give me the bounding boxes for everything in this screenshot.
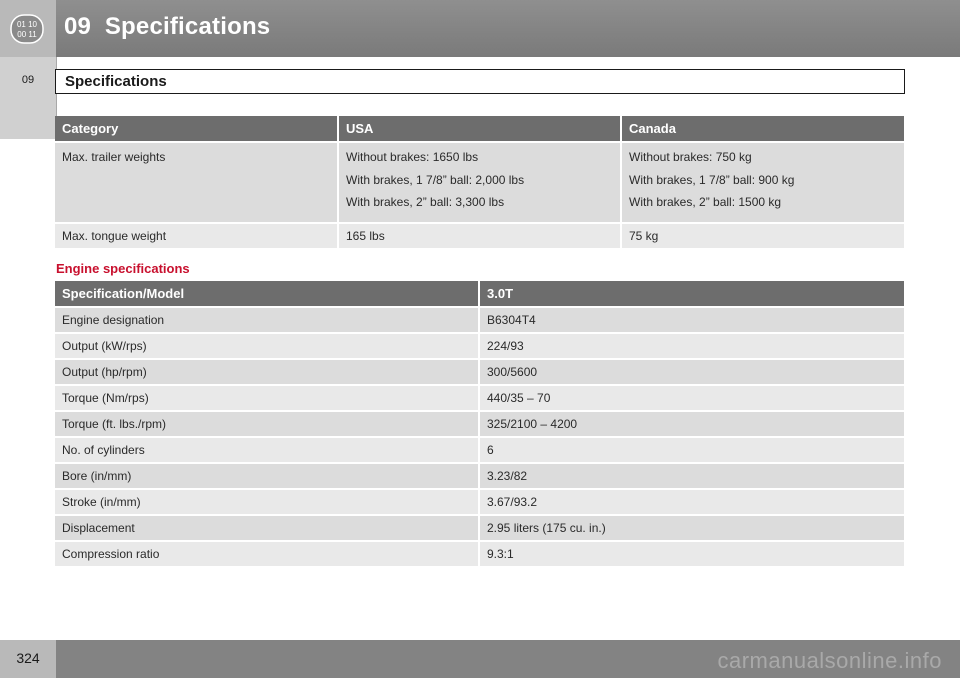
table-row: Output (hp/rpm) 300/5600 [55, 358, 904, 385]
spec-name-cell: Bore (in/mm) [55, 462, 480, 489]
canada-cell: Without brakes: 750 kg With brakes, 1 7/… [621, 141, 904, 223]
canada-value: With brakes, 1 7/8” ball: 900 kg [629, 172, 795, 187]
spec-value-cell: B6304T4 [479, 306, 904, 333]
watermark: carmanualsonline.info [717, 648, 942, 673]
table-row: Bore (in/mm) 3.23/82 [55, 462, 904, 489]
spec-name-cell: Compression ratio [55, 540, 480, 566]
clock-grid-icon: 01 10 00 11 [10, 14, 44, 44]
towing-weights-table: Category USA Canada Max. trailer weights… [55, 116, 904, 248]
page-number: 324 [16, 650, 40, 666]
spec-value-cell: 6 [479, 436, 904, 463]
spec-name-cell: Torque (ft. lbs./rpm) [55, 410, 480, 437]
table-row: Displacement 2.95 liters (175 cu. in.) [55, 514, 904, 541]
table-row: Stroke (in/mm) 3.67/93.2 [55, 488, 904, 515]
usa-value: Without brakes: 1650 lbs [346, 150, 479, 164]
canada-value: With brakes, 2” ball: 1500 kg [629, 195, 782, 209]
table-row: Engine designation B6304T4 [55, 306, 904, 333]
spec-value-cell: 2.95 liters (175 cu. in.) [479, 514, 904, 541]
engine-specifications-heading: Engine specifications [56, 261, 190, 276]
usa-value: With brakes, 1 7/8” ball: 2,000 lbs [346, 172, 525, 187]
usa-value: With brakes, 2” ball: 3,300 lbs [346, 195, 505, 209]
spec-name-cell: Stroke (in/mm) [55, 488, 480, 515]
usa-cell: Without brakes: 1650 lbs With brakes, 1 … [338, 141, 622, 223]
spec-name-cell: Output (kW/rps) [55, 332, 480, 359]
table-row: Max. tongue weight 165 lbs 75 kg [55, 221, 904, 248]
column-header-specification: Specification/Model [55, 281, 480, 307]
spec-name-cell: Output (hp/rpm) [55, 358, 480, 385]
icon-digits-top: 01 10 [17, 20, 38, 29]
spec-name-cell: No. of cylinders [55, 436, 480, 463]
spec-value-cell: 3.23/82 [479, 462, 904, 489]
column-header-canada: Canada [621, 116, 904, 142]
side-tab-label: 09 [21, 74, 35, 86]
table-row: Output (kW/rps) 224/93 [55, 332, 904, 359]
table-row: Torque (ft. lbs./rpm) 325/2100 – 4200 [55, 410, 904, 437]
category-cell: Max. tongue weight [55, 221, 339, 248]
side-chapter-tab[interactable]: 09 [0, 57, 57, 139]
engine-specifications-table: Specification/Model 3.0T Engine designat… [55, 281, 904, 566]
spec-value-cell: 224/93 [479, 332, 904, 359]
table-row: Compression ratio 9.3:1 [55, 540, 904, 566]
canada-value: Without brakes: 750 kg [629, 150, 752, 164]
category-cell: Max. trailer weights [55, 141, 339, 223]
category-label: Max. trailer weights [62, 150, 166, 164]
section-title-box: Specifications [55, 69, 905, 94]
canada-cell: 75 kg [621, 221, 904, 248]
spec-name-cell: Torque (Nm/rps) [55, 384, 480, 411]
section-title: Specifications [65, 73, 167, 90]
chapter-title: 09 Specifications [64, 13, 271, 40]
table-header-row: Category USA Canada [55, 116, 904, 142]
page-number-box: 324 [0, 640, 56, 678]
page-footer: 324 carmanualsonline.info [0, 640, 960, 678]
table-row: Torque (Nm/rps) 440/35 – 70 [55, 384, 904, 411]
icon-digits-bottom: 00 11 [17, 30, 37, 39]
column-header-model: 3.0T [479, 281, 904, 307]
chapter-header: 01 10 00 11 09 Specifications [0, 0, 960, 57]
usa-cell: 165 lbs [338, 221, 622, 248]
column-header-category: Category [55, 116, 339, 142]
spec-value-cell: 9.3:1 [479, 540, 904, 566]
spec-value-cell: 325/2100 – 4200 [479, 410, 904, 437]
spec-value-cell: 3.67/93.2 [479, 488, 904, 515]
spec-value-cell: 440/35 – 70 [479, 384, 904, 411]
table-row: No. of cylinders 6 [55, 436, 904, 463]
table-header-row: Specification/Model 3.0T [55, 281, 904, 307]
column-header-usa: USA [338, 116, 622, 142]
spec-name-cell: Engine designation [55, 306, 480, 333]
spec-name-cell: Displacement [55, 514, 480, 541]
spec-value-cell: 300/5600 [479, 358, 904, 385]
table-row: Max. trailer weights Without brakes: 165… [55, 141, 904, 223]
chapter-icon-box: 01 10 00 11 [0, 0, 56, 57]
